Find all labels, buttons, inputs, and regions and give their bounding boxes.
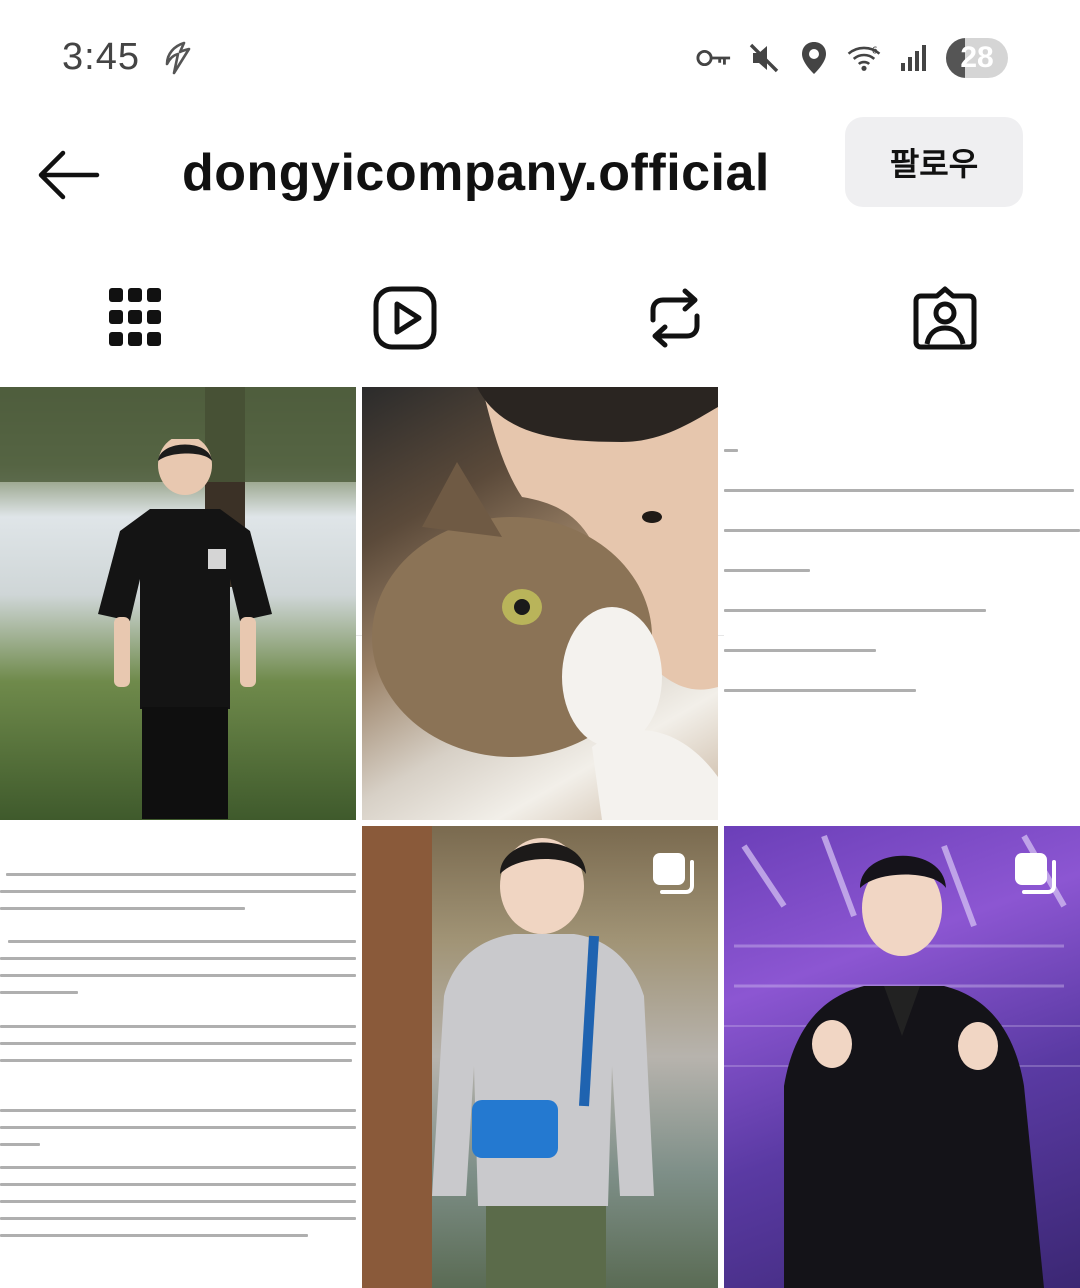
grid-icon — [109, 288, 161, 346]
person-figure — [432, 838, 654, 1288]
tab-reposts[interactable] — [585, 250, 765, 386]
back-button[interactable] — [30, 145, 106, 205]
status-bar: 3:45 6 28 — [0, 0, 1080, 115]
signal-icon — [896, 40, 932, 76]
battery-level: 28 — [960, 41, 994, 74]
post-tile-man-under-tree[interactable] — [0, 387, 356, 820]
post-tile-apology-statement[interactable] — [0, 826, 356, 1288]
post-tile-man-with-blue-bag[interactable] — [362, 826, 718, 1288]
reels-icon — [373, 286, 437, 350]
profile-username: dongyicompany.official — [182, 144, 770, 202]
tab-tagged[interactable] — [855, 250, 1035, 386]
arrow-left-icon — [38, 150, 100, 200]
vpn-key-icon — [696, 40, 732, 76]
location-icon — [796, 40, 832, 76]
cat-portrait — [372, 387, 718, 820]
profile-header: dongyicompany.official 팔로우 — [0, 115, 1080, 235]
messenger-bolt-icon — [162, 40, 194, 76]
document-text-lines — [724, 387, 1080, 820]
posts-grid — [0, 387, 1080, 1288]
battery-indicator: 28 — [946, 38, 1008, 78]
status-icons: 6 28 — [696, 36, 1008, 80]
wifi-icon: 6 — [846, 40, 882, 76]
follow-button[interactable]: 팔로우 — [845, 117, 1023, 207]
carousel-icon — [653, 853, 694, 894]
tab-reels[interactable] — [315, 250, 495, 386]
status-time: 3:45 — [62, 36, 140, 78]
tab-posts[interactable] — [45, 250, 225, 386]
mute-icon — [746, 40, 782, 76]
profile-tabs — [0, 250, 1080, 636]
repost-icon — [650, 288, 700, 348]
carousel-icon — [1015, 853, 1056, 894]
document-text-lines — [0, 826, 356, 1288]
post-tile-man-at-awards[interactable] — [724, 826, 1080, 1288]
wooden-post — [362, 826, 432, 1288]
svg-text:6: 6 — [872, 46, 878, 57]
person-figure — [98, 439, 272, 819]
post-tile-man-with-cat[interactable] — [362, 387, 718, 820]
tagged-user-icon — [913, 286, 977, 350]
person-figure — [784, 855, 1044, 1288]
post-tile-apology-letter[interactable] — [724, 387, 1080, 820]
